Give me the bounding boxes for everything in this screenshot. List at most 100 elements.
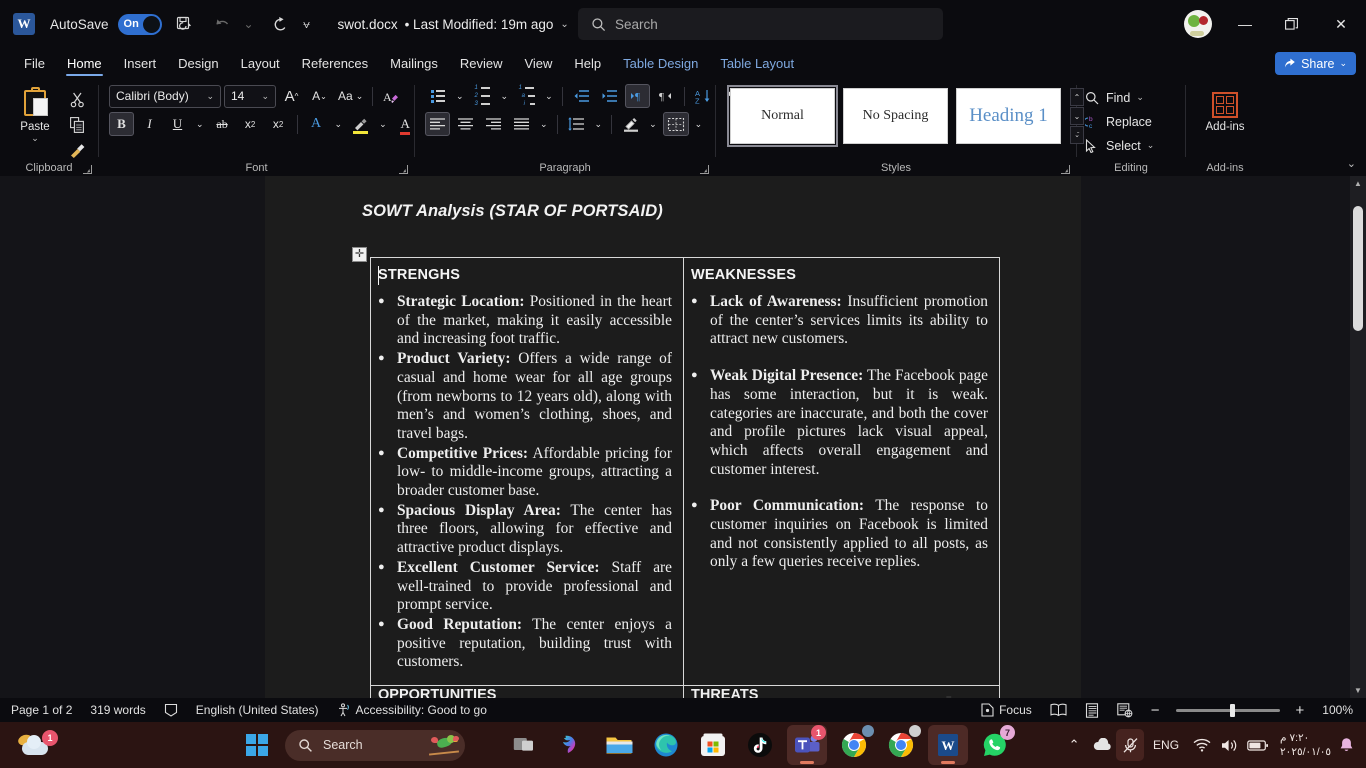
format-painter-icon[interactable] [64, 138, 90, 161]
collapse-ribbon-icon[interactable]: ⌄ [1347, 157, 1356, 170]
print-layout-icon[interactable] [1076, 698, 1108, 722]
text-effects-chevron-icon[interactable]: ⌄ [332, 112, 346, 136]
microsoft-word-icon[interactable]: W [928, 725, 968, 765]
microsoft-teams-icon[interactable]: 1 [787, 725, 827, 765]
line-spacing-icon[interactable] [564, 112, 589, 136]
wifi-icon[interactable] [1188, 729, 1216, 761]
text-highlight-color-icon[interactable] [348, 112, 373, 136]
underline-chevron-icon[interactable]: ⌄ [193, 112, 207, 136]
font-dialog-launcher[interactable] [399, 165, 408, 174]
italic-button[interactable]: I [137, 112, 162, 136]
undo-icon[interactable] [208, 9, 238, 39]
find-chevron-icon[interactable]: ⌄ [1136, 92, 1144, 103]
replace-button[interactable]: bc Replace [1085, 110, 1154, 133]
bullets-chevron-icon[interactable]: ⌄ [453, 84, 467, 108]
scroll-up-arrow-icon[interactable]: ▲ [1350, 176, 1366, 191]
document-page[interactable]: SOWT Analysis (STAR OF PORTSAID) ✛ STREN… [265, 176, 1081, 698]
bullet-list-icon[interactable] [425, 84, 450, 108]
tiktok-icon[interactable] [740, 725, 780, 765]
zoom-level[interactable]: 100% [1313, 698, 1366, 722]
tab-references[interactable]: References [291, 48, 379, 79]
sort-icon[interactable]: AZ [691, 84, 716, 108]
tab-view[interactable]: View [513, 48, 563, 79]
tab-insert[interactable]: Insert [113, 48, 168, 79]
google-chrome-icon[interactable] [881, 725, 921, 765]
show-hidden-icons-chevron[interactable]: ⌃ [1060, 729, 1088, 761]
zoom-in-button[interactable]: + [1287, 698, 1314, 722]
status-page-number[interactable]: Page 1 of 2 [0, 698, 81, 722]
borders-icon[interactable] [663, 112, 689, 136]
superscript-button[interactable]: x2 [266, 112, 291, 136]
file-explorer-icon[interactable] [599, 725, 639, 765]
table-cell-weaknesses[interactable]: WEAKNESSES ●Lack of Awareness: Insuffici… [684, 258, 999, 698]
chevron-down-icon[interactable]: ⌄ [206, 91, 214, 102]
whatsapp-icon[interactable]: 7 [975, 725, 1015, 765]
status-accessibility[interactable]: Accessibility: Good to go [328, 698, 496, 722]
windows-start-icon[interactable] [240, 722, 274, 768]
document-title-area[interactable]: swot.docx • Last Modified: 19m ago ⌄ [338, 17, 569, 32]
alignment-chevron-icon[interactable]: ⌄ [537, 112, 551, 136]
restore-button[interactable] [1268, 0, 1314, 48]
cut-icon[interactable] [64, 88, 90, 111]
web-layout-icon[interactable] [1108, 698, 1142, 722]
multilevel-list-icon[interactable]: 1ai [514, 84, 539, 108]
numbered-list-icon[interactable]: 123 [470, 84, 495, 108]
read-mode-icon[interactable] [1041, 698, 1076, 722]
copy-icon[interactable] [64, 113, 90, 136]
share-button[interactable]: Share ⌄ [1275, 52, 1356, 75]
multilevel-chevron-icon[interactable]: ⌄ [542, 84, 556, 108]
underline-button[interactable]: U [165, 112, 190, 136]
status-language[interactable]: English (United States) [187, 698, 328, 722]
battery-icon[interactable] [1244, 729, 1272, 761]
addins-button[interactable]: Add-ins [1186, 84, 1264, 133]
decrease-indent-icon[interactable] [569, 84, 594, 108]
table-cell-threats[interactable]: THREATS [684, 686, 999, 698]
taskbar-search-input[interactable]: Search [285, 730, 465, 761]
weather-widget[interactable]: 1 [14, 730, 66, 760]
clear-formatting-icon[interactable]: A [379, 84, 404, 108]
styles-dialog-launcher[interactable] [1061, 165, 1070, 174]
zoom-slider-knob[interactable] [1230, 704, 1235, 717]
subscript-button[interactable]: x2 [238, 112, 263, 136]
tab-design[interactable]: Design [167, 48, 229, 79]
select-chevron-icon[interactable]: ⌄ [1147, 140, 1155, 151]
text-effects-icon[interactable]: A [304, 112, 329, 136]
paste-button[interactable]: Paste ⌄ [8, 84, 62, 144]
font-color-icon[interactable]: A [393, 112, 418, 136]
scroll-down-arrow-icon[interactable]: ▼ [1350, 683, 1366, 698]
change-case-icon[interactable]: Aa⌄ [335, 84, 366, 108]
align-left-icon[interactable] [425, 112, 450, 136]
google-chrome-icon[interactable] [834, 725, 874, 765]
close-button[interactable]: ✕ [1318, 0, 1364, 48]
status-word-count[interactable]: 319 words [81, 698, 154, 722]
style-normal[interactable]: Normal [730, 88, 835, 144]
table-cell-opportunities[interactable]: OPPORTUNITIES [371, 686, 684, 698]
account-avatar[interactable] [1184, 10, 1212, 38]
clipboard-dialog-launcher[interactable] [83, 165, 92, 174]
grow-font-icon[interactable]: A^ [279, 84, 304, 108]
tab-help[interactable]: Help [563, 48, 612, 79]
paragraph-dialog-launcher[interactable] [700, 165, 709, 174]
task-view-icon[interactable] [505, 725, 545, 765]
focus-mode-button[interactable]: Focus [972, 698, 1041, 722]
chevron-down-icon[interactable]: ⌄ [261, 91, 269, 102]
tab-file[interactable]: File [13, 48, 56, 79]
onedrive-icon[interactable] [1088, 729, 1116, 761]
zoom-slider[interactable] [1176, 709, 1280, 712]
strikethrough-button[interactable]: ab [210, 112, 235, 136]
tab-table-layout[interactable]: Table Layout [709, 48, 805, 79]
zoom-out-button[interactable]: − [1142, 698, 1169, 722]
notification-bell-icon[interactable] [1339, 737, 1360, 753]
search-input[interactable]: Search [578, 8, 943, 40]
copilot-icon[interactable] [552, 725, 592, 765]
microphone-muted-icon[interactable] [1116, 729, 1144, 761]
minimize-button[interactable]: — [1222, 0, 1268, 48]
share-chevron-icon[interactable]: ⌄ [1339, 58, 1347, 69]
scrollbar-thumb[interactable] [1353, 206, 1363, 331]
tab-home[interactable]: Home [56, 48, 113, 79]
shrink-font-icon[interactable]: A⌄ [307, 84, 332, 108]
style-heading-1[interactable]: Heading 1 [956, 88, 1061, 144]
vertical-scrollbar[interactable]: ▲ ▼ [1350, 176, 1366, 698]
microsoft-edge-icon[interactable] [646, 725, 686, 765]
left-to-right-icon[interactable]: ¶ [625, 84, 650, 108]
